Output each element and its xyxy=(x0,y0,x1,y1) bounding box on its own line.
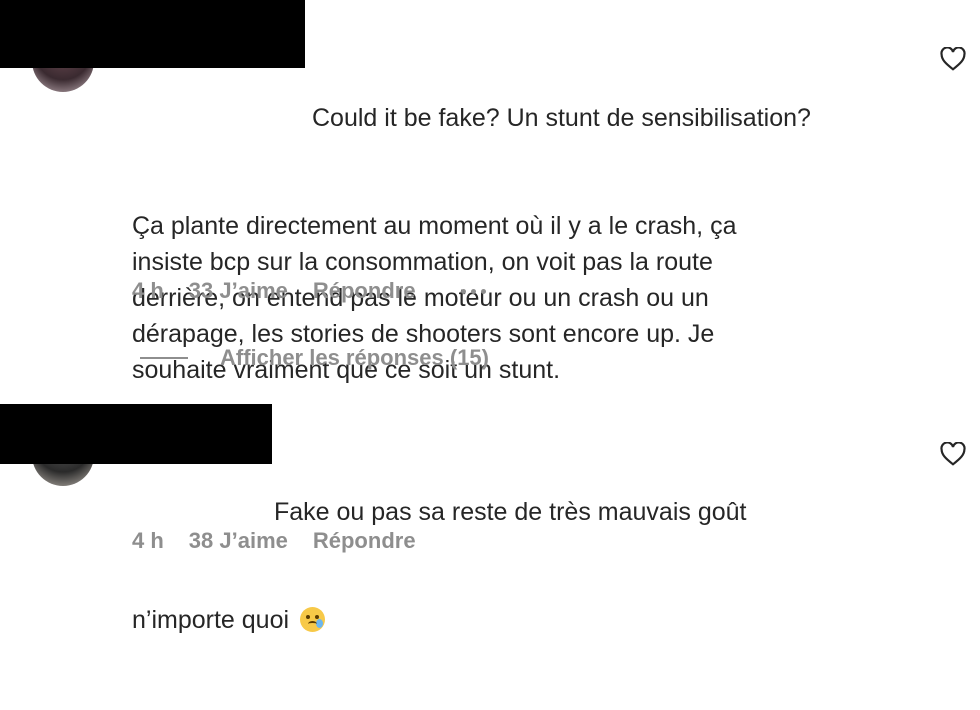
comment-body-line: n’importe quoi xyxy=(132,602,892,638)
comment-meta: 4 h 33 J’aime Répondre xyxy=(132,278,486,304)
replies-divider xyxy=(140,357,188,359)
view-replies-button[interactable]: Afficher les réponses (15) xyxy=(140,345,489,371)
comment-first-line: Could it be fake? Un stunt de sensibilis… xyxy=(312,104,811,132)
heart-icon[interactable] xyxy=(940,442,966,466)
face-holding-back-tears-emoji xyxy=(299,607,325,632)
comment-time: 4 h xyxy=(132,528,164,553)
comment-meta: 4 h 38 J’aime Répondre xyxy=(132,528,441,554)
comment-time: 4 h xyxy=(132,278,164,303)
more-options-icon[interactable] xyxy=(460,288,486,294)
comment-2: Fake ou pas sa reste de très mauvais goû… xyxy=(0,400,980,634)
comment-body: n’importe quoi xyxy=(132,606,290,634)
like-count-button[interactable]: 33 J’aime xyxy=(189,278,288,304)
comment-text: Fake ou pas sa reste de très mauvais goû… xyxy=(132,422,892,710)
comment-first-line: Fake ou pas sa reste de très mauvais goû… xyxy=(274,498,747,526)
view-replies-label: Afficher les réponses (15) xyxy=(220,345,489,370)
reply-button[interactable]: Répondre xyxy=(313,528,416,554)
comment-text: Could it be fake? Un stunt de sensibilis… xyxy=(132,28,892,460)
comment-1: Could it be fake? Un stunt de sensibilis… xyxy=(0,0,980,384)
reply-button[interactable]: Répondre xyxy=(313,278,416,304)
heart-icon[interactable] xyxy=(940,47,966,71)
like-count-button[interactable]: 38 J’aime xyxy=(189,528,288,554)
